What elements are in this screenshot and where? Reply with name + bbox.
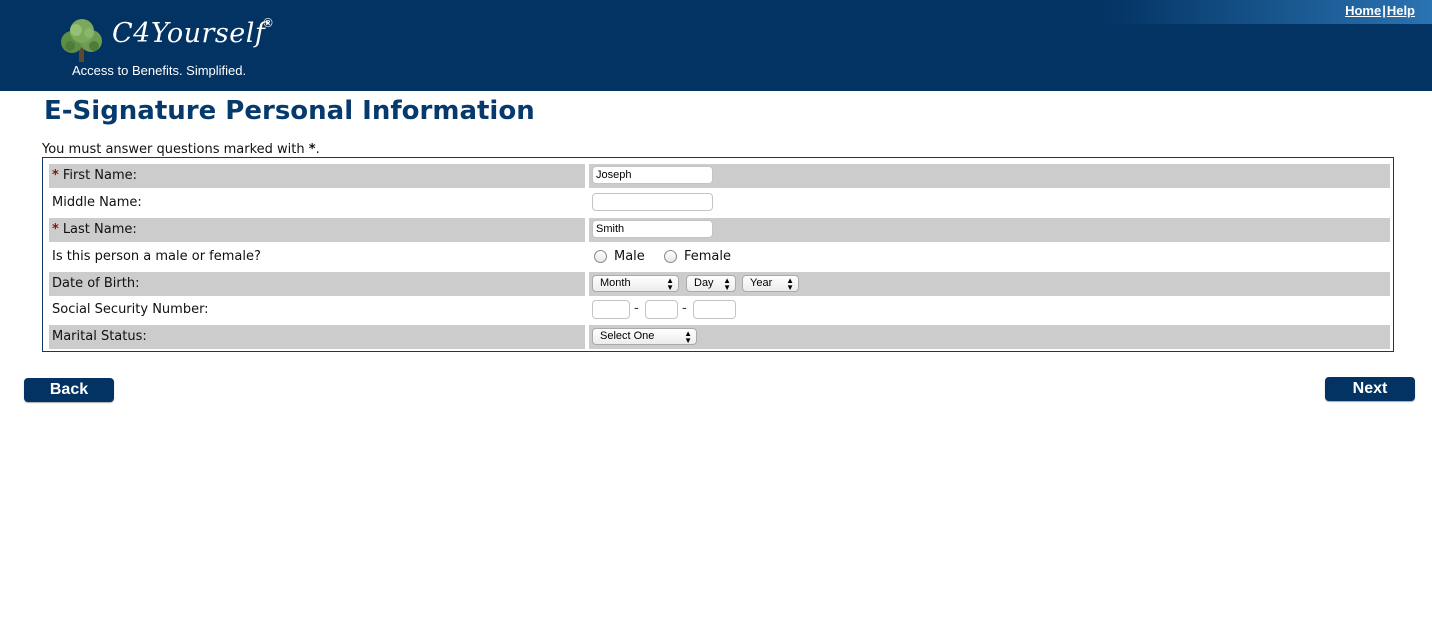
first-name-cell: Joseph bbox=[589, 164, 1390, 188]
gender-cell: Male Female bbox=[589, 245, 1390, 269]
middle-name-input[interactable] bbox=[592, 193, 713, 211]
last-name-cell: Smith bbox=[589, 218, 1390, 242]
select-arrows-icon: ▲ ▼ bbox=[723, 276, 731, 292]
dob-day-select[interactable]: Day ▲ ▼ bbox=[686, 275, 736, 292]
required-note: You must answer questions marked with *. bbox=[42, 142, 320, 157]
marital-label: Marital Status: bbox=[49, 325, 585, 349]
ssn-dash: - bbox=[634, 301, 639, 316]
logo-tagline: Access to Benefits. Simplified. bbox=[72, 63, 247, 78]
required-mark: * bbox=[308, 142, 316, 157]
ssn-part1-input[interactable] bbox=[592, 300, 630, 319]
last-name-label: * Last Name: bbox=[49, 218, 585, 242]
ssn-label: Social Security Number: bbox=[52, 302, 209, 317]
first-name-input[interactable]: Joseph bbox=[592, 166, 713, 184]
first-name-row: * First Name: Joseph bbox=[49, 164, 1390, 188]
middle-name-label: Middle Name: bbox=[52, 195, 142, 210]
ssn-part3-input[interactable] bbox=[693, 300, 736, 319]
middle-name-cell bbox=[589, 191, 1390, 215]
middle-name-row: Middle Name: bbox=[49, 191, 1390, 215]
link-separator: | bbox=[1382, 3, 1386, 18]
personal-info-form: * First Name: Joseph Middle Name: * Last N… bbox=[42, 157, 1394, 352]
dob-year-value: Year bbox=[750, 277, 773, 289]
male-radio-label[interactable]: Male bbox=[614, 249, 645, 264]
female-radio[interactable] bbox=[664, 250, 677, 263]
female-radio-label[interactable]: Female bbox=[684, 249, 731, 264]
dob-month-value: Month bbox=[600, 277, 631, 289]
logo-wordmark: C4Yourself bbox=[112, 18, 266, 49]
dob-day-value: Day bbox=[694, 277, 714, 289]
dob-cell: Month ▲ ▼ Day ▲ ▼ Year ▲ ▼ bbox=[589, 272, 1390, 296]
gender-label: Is this person a male or female? bbox=[52, 249, 261, 264]
dob-label: Date of Birth: bbox=[49, 272, 585, 296]
ssn-dash: - bbox=[682, 301, 687, 316]
dob-month-select[interactable]: Month ▲ ▼ bbox=[592, 275, 679, 292]
marital-status-select[interactable]: Select One ▲ ▼ bbox=[592, 328, 697, 345]
tree-logo-icon bbox=[61, 19, 102, 62]
last-name-input[interactable]: Smith bbox=[592, 220, 713, 238]
last-name-row: * Last Name: Smith bbox=[49, 218, 1390, 242]
male-radio[interactable] bbox=[594, 250, 607, 263]
select-arrows-icon: ▲ ▼ bbox=[786, 276, 794, 292]
select-arrows-icon: ▲ ▼ bbox=[666, 276, 674, 292]
back-button[interactable]: Back bbox=[24, 378, 114, 402]
ssn-part2-input[interactable] bbox=[645, 300, 678, 319]
required-note-text: You must answer questions marked with bbox=[42, 142, 309, 157]
marital-status-value: Select One bbox=[600, 330, 655, 342]
required-note-end: . bbox=[315, 142, 320, 157]
site-header: C4Yourself ® Access to Benefits. Simplif… bbox=[0, 0, 1432, 91]
select-arrows-icon: ▲ ▼ bbox=[684, 329, 692, 345]
dob-row: Date of Birth: Month ▲ ▼ Day ▲ ▼ Year ▲ ▼ bbox=[49, 272, 1390, 296]
gender-row: Is this person a male or female? Male Fe… bbox=[49, 245, 1390, 269]
ssn-cell: - - bbox=[589, 298, 1390, 322]
marital-row: Marital Status: Select One ▲ ▼ bbox=[49, 325, 1390, 349]
dob-year-select[interactable]: Year ▲ ▼ bbox=[742, 275, 799, 292]
first-name-label: * First Name: bbox=[49, 164, 585, 188]
first-name-label-text: First Name: bbox=[62, 168, 138, 183]
page-title: E-Signature Personal Information bbox=[44, 96, 535, 126]
help-link[interactable]: Help bbox=[1387, 3, 1415, 18]
ssn-row: Social Security Number: - - bbox=[49, 298, 1390, 322]
top-links: Home|Help bbox=[1345, 3, 1415, 18]
required-asterisk: * bbox=[52, 222, 59, 237]
required-asterisk: * bbox=[52, 168, 59, 183]
marital-cell: Select One ▲ ▼ bbox=[589, 325, 1390, 349]
home-link[interactable]: Home bbox=[1345, 3, 1381, 18]
registered-mark: ® bbox=[262, 16, 274, 30]
last-name-label-text: Last Name: bbox=[62, 222, 137, 237]
next-button[interactable]: Next bbox=[1325, 377, 1415, 401]
